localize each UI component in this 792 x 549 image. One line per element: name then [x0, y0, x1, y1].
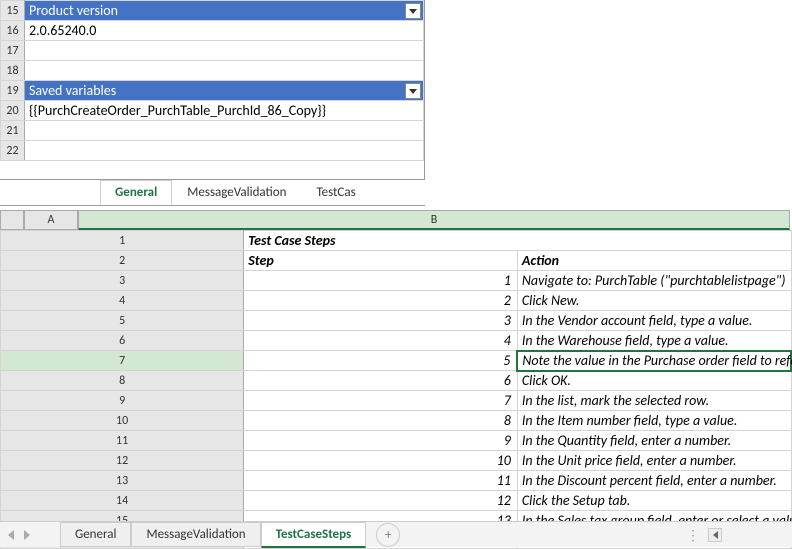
row-header[interactable]: 13: [1, 471, 244, 491]
bottom-sheet-tabs: General MessageValidation TestCaseSteps …: [0, 521, 792, 547]
step-cell[interactable]: 10: [244, 451, 518, 471]
row-header[interactable]: 21: [1, 121, 25, 141]
tab-testcasesteps[interactable]: TestCaseSteps: [261, 522, 367, 548]
row-header[interactable]: 18: [1, 61, 25, 81]
tab-scroll-left-icon[interactable]: [4, 528, 18, 542]
action-cell[interactable]: In the Unit price field, enter a number.: [517, 451, 791, 471]
dropdown-icon[interactable]: [405, 3, 421, 19]
action-cell[interactable]: In the Vendor account field, type a valu…: [517, 311, 791, 331]
top-sheet-tabs: General MessageValidation TestCas: [0, 180, 425, 206]
action-cell[interactable]: Click New.: [517, 291, 791, 311]
tab-messagevalidation[interactable]: MessageValidation: [131, 522, 260, 547]
tab-scroll-right-icon[interactable]: [20, 528, 34, 542]
action-cell-selected[interactable]: Note the value in the Purchase order fie…: [517, 351, 791, 371]
column-headers: A B: [0, 210, 792, 230]
saved-variables-header-cell[interactable]: Saved variables: [25, 81, 424, 101]
step-cell[interactable]: 12: [244, 491, 518, 511]
tab-general[interactable]: General: [100, 180, 172, 205]
saved-variables-value-cell[interactable]: {{PurchCreateOrder_PurchTable_PurchId_86…: [25, 101, 424, 121]
step-cell[interactable]: 11: [244, 471, 518, 491]
row-header[interactable]: 2: [1, 251, 244, 271]
tab-messagevalidation[interactable]: MessageValidation: [172, 180, 301, 205]
empty-cell[interactable]: [25, 61, 424, 81]
step-header-cell[interactable]: Step: [244, 251, 518, 271]
row-header[interactable]: 12: [1, 451, 244, 471]
title-cell[interactable]: Test Case Steps: [244, 231, 791, 251]
top-grid: 15 Product version 16 2.0.65240.0 17 18 …: [0, 0, 424, 161]
action-cell[interactable]: In the Item number field, type a value.: [517, 411, 791, 431]
row-header[interactable]: 20: [1, 101, 25, 121]
step-cell[interactable]: 7: [244, 391, 518, 411]
empty-cell[interactable]: [25, 141, 424, 161]
tab-nav-controls: [4, 528, 34, 542]
step-cell[interactable]: 4: [244, 331, 518, 351]
action-cell[interactable]: Click the Setup tab.: [517, 491, 791, 511]
cell-text: Product version: [29, 2, 118, 19]
empty-cell[interactable]: [25, 41, 424, 61]
row-header[interactable]: 4: [1, 291, 244, 311]
cell-text: Saved variables: [29, 82, 116, 99]
step-cell[interactable]: 5: [244, 351, 518, 371]
step-cell[interactable]: 3: [244, 311, 518, 331]
row-header[interactable]: 16: [1, 21, 25, 41]
scroll-left-icon[interactable]: [708, 528, 722, 542]
action-cell[interactable]: Navigate to: PurchTable ("purchtablelist…: [517, 271, 791, 291]
step-cell[interactable]: 1: [244, 271, 518, 291]
step-cell[interactable]: 6: [244, 371, 518, 391]
row-header[interactable]: 6: [1, 331, 244, 351]
row-header[interactable]: 10: [1, 411, 244, 431]
bottom-spreadsheet: A B 1 Test Case Steps 2 Step Action 31Na…: [0, 210, 792, 547]
tab-testcas[interactable]: TestCas: [301, 180, 370, 205]
scroll-grip-icon[interactable]: ⋮: [686, 527, 702, 544]
action-cell[interactable]: Click OK.: [517, 371, 791, 391]
top-spreadsheet: 15 Product version 16 2.0.65240.0 17 18 …: [0, 0, 425, 180]
step-cell[interactable]: 8: [244, 411, 518, 431]
row-header[interactable]: 9: [1, 391, 244, 411]
dropdown-icon[interactable]: [405, 83, 421, 99]
action-cell[interactable]: In the Warehouse field, type a value.: [517, 331, 791, 351]
empty-cell[interactable]: [25, 121, 424, 141]
product-version-header-cell[interactable]: Product version: [25, 1, 424, 21]
action-cell[interactable]: In the Quantity field, enter a number.: [517, 431, 791, 451]
row-header[interactable]: 22: [1, 141, 25, 161]
col-header-b[interactable]: B: [78, 210, 790, 230]
bottom-grid: 1 Test Case Steps 2 Step Action 31Naviga…: [0, 230, 792, 549]
row-header[interactable]: 8: [1, 371, 244, 391]
select-all-corner[interactable]: [0, 210, 24, 230]
row-header[interactable]: 5: [1, 311, 244, 331]
action-cell[interactable]: In the Discount percent field, enter a n…: [517, 471, 791, 491]
row-header[interactable]: 1: [1, 231, 244, 251]
step-cell[interactable]: 2: [244, 291, 518, 311]
add-sheet-button[interactable]: +: [376, 523, 400, 547]
product-version-value-cell[interactable]: 2.0.65240.0: [25, 21, 424, 41]
row-header[interactable]: 7: [1, 351, 244, 371]
row-header[interactable]: 17: [1, 41, 25, 61]
row-header[interactable]: 14: [1, 491, 244, 511]
tab-general[interactable]: General: [60, 522, 131, 547]
action-cell[interactable]: In the list, mark the selected row.: [517, 391, 791, 411]
action-header-cell[interactable]: Action: [517, 251, 791, 271]
row-header[interactable]: 11: [1, 431, 244, 451]
horizontal-scroll[interactable]: ⋮: [686, 527, 786, 543]
col-header-a[interactable]: A: [24, 210, 78, 230]
row-header[interactable]: 19: [1, 81, 25, 101]
row-header[interactable]: 15: [1, 1, 25, 21]
step-cell[interactable]: 9: [244, 431, 518, 451]
row-header[interactable]: 3: [1, 271, 244, 291]
